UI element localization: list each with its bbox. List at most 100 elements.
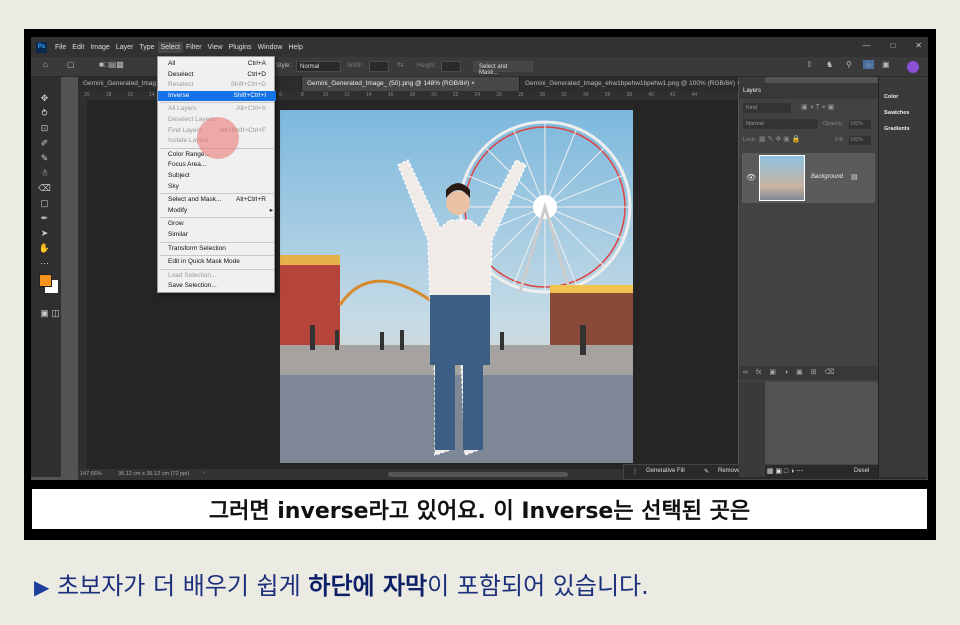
ruler-tick-label: 28 [518, 92, 524, 98]
menu-window[interactable]: Window [255, 42, 286, 53]
filter-icons[interactable]: ▣ ◑ T ⌖ ▣ [801, 103, 834, 112]
layer-row[interactable]: 👁 Background ▤ [742, 153, 875, 203]
context-tool-icons[interactable]: ✎ ▦ ▣ □ ◑ ⋯ [759, 467, 803, 475]
foreground-color-swatch[interactable] [39, 274, 52, 287]
home-icon[interactable]: ⌂ [43, 60, 48, 69]
maximize-icon[interactable]: □ [890, 41, 895, 50]
move-tool-icon[interactable]: ✥ [38, 92, 51, 105]
document-tab[interactable]: Gemini_Generated_Image_ (50).png @ 148% … [302, 77, 520, 91]
deselect-button[interactable]: Desel [854, 468, 869, 474]
gradients-panel-tab[interactable]: Gradients [884, 126, 910, 132]
select-menu-item-load-selection[interactable]: Load Selection... [158, 271, 276, 281]
select-menu-item-save-selection[interactable]: Save Selection... [158, 281, 276, 291]
fx-icon[interactable]: fx [756, 369, 761, 376]
select-menu-item-select-and-mask[interactable]: Select and Mask... Alt+Ctrl+R [158, 195, 276, 205]
workspace-icon[interactable]: ▣ [882, 60, 890, 69]
grip-icon[interactable]: ⋮ [632, 468, 638, 475]
color-panel-tab[interactable]: Color [884, 94, 898, 100]
mask-icon[interactable]: ▣ [769, 369, 776, 376]
crop-tool-icon[interactable]: ⊡ [38, 122, 51, 135]
blend-mode-select[interactable]: Normal [743, 119, 818, 129]
remove-icon[interactable]: ✎ [704, 468, 709, 475]
generative-fill-button[interactable]: Generative Fill [646, 468, 685, 474]
document-tab[interactable]: Gemini_Generated_Image_ehw1bpehw1bpehw1.… [520, 77, 741, 91]
pen-tool-icon[interactable]: ✒ [38, 212, 51, 225]
menu-plugins[interactable]: Plugins [226, 42, 255, 53]
stamp-tool-icon[interactable]: ☃ [38, 167, 51, 180]
selection-mode-icons[interactable]: ■□▤▩ [99, 60, 124, 69]
eraser-tool-icon[interactable]: ⌫ [38, 182, 51, 195]
zoom-level[interactable]: 147.66% [80, 471, 102, 477]
select-menu-item-reselect[interactable]: Reselect Shift+Ctrl+D [158, 80, 276, 90]
height-field[interactable] [441, 61, 461, 72]
gradient-tool-icon[interactable]: ▢ [38, 197, 51, 210]
lasso-tool-icon[interactable]: ⥁ [38, 107, 51, 120]
swap-icon[interactable]: ⇆ [397, 60, 404, 69]
new-layer-icon[interactable]: ⊞ [811, 369, 817, 376]
marquee-preset-icon[interactable]: ▢ [67, 60, 75, 69]
path-select-tool-icon[interactable]: ➤ [38, 227, 51, 240]
fill-field[interactable]: 100% [849, 136, 871, 145]
more-tools-icon[interactable]: ⋯ [38, 257, 51, 270]
link-icon[interactable]: ∞ [743, 369, 748, 376]
width-label: Width: [347, 63, 365, 69]
ruler-tick-label: 24 [474, 92, 481, 98]
opacity-label: Opacity: [823, 121, 844, 127]
select-menu-item-inverse[interactable]: Inverse Shift+Ctrl+I [158, 90, 276, 101]
layer-name[interactable]: Background [811, 174, 843, 180]
select-menu-item-grow[interactable]: Grow [158, 219, 276, 229]
menu-image[interactable]: Image [87, 42, 112, 53]
select-and-mask-button[interactable]: Select and Mask... [473, 61, 533, 76]
kind-filter[interactable]: Kind [743, 103, 791, 113]
ruler-tick-label: 32 [561, 92, 567, 98]
close-icon[interactable]: ✕ [915, 41, 922, 50]
ruler-tick-label: 16 [387, 92, 394, 98]
select-menu-item-sky[interactable]: Sky [158, 182, 276, 192]
remove-button[interactable]: Remove [718, 468, 740, 474]
menu-layer[interactable]: Layer [113, 42, 137, 53]
search-icon[interactable]: ⚲ [846, 60, 852, 69]
brush-tool-icon[interactable]: ✎ [38, 152, 51, 165]
photoshop-window: Ps File Edit Image Layer Type Select Filter Vie… [31, 37, 928, 480]
photo-canvas[interactable] [280, 110, 633, 463]
status-arrow-icon[interactable]: › [203, 470, 205, 476]
select-menu-item-deselect[interactable]: Deselect Ctrl+D [158, 70, 276, 80]
screen-mode-icon[interactable]: ◫ [49, 307, 62, 320]
swatches-panel-tab[interactable]: Swatches [884, 110, 909, 116]
avatar[interactable] [907, 61, 919, 73]
menu-select[interactable]: Select [157, 41, 183, 53]
ruler-tick-label: 20 [84, 92, 90, 98]
adjustment-icon[interactable]: ◑ [784, 369, 788, 376]
menu-type[interactable]: Type [136, 42, 157, 53]
menu-help[interactable]: Help [285, 42, 305, 53]
select-menu-item-modify[interactable]: Modify ▸ [158, 206, 276, 216]
banner-suffix: 이 포함되어 있습니다. [427, 572, 649, 600]
select-menu-item-all[interactable]: All Ctrl+A [158, 59, 276, 69]
eyedropper-tool-icon[interactable]: ✐ [38, 137, 51, 150]
layers-title[interactable]: Layers [743, 88, 761, 94]
lock-icons[interactable]: ▦ ✎ ✥ ▣ 🔒 [759, 135, 800, 143]
horizontal-scrollbar[interactable] [388, 472, 568, 477]
ruler-tick-label: 22 [452, 92, 459, 98]
bell-icon[interactable]: ♞ [826, 60, 833, 69]
select-menu-item-transform-selection[interactable]: Transform Selection [158, 244, 276, 254]
menu-edit[interactable]: Edit [69, 42, 87, 53]
select-menu-item-edit-in-quick-mask-mode[interactable]: Edit in Quick Mask Mode [158, 257, 276, 267]
select-menu-item-all-layers[interactable]: All Layers Alt+Ctrl+A [158, 104, 276, 114]
hand-tool-icon[interactable]: ✋ [38, 242, 51, 255]
select-menu-item-similar[interactable]: Similar [158, 230, 276, 240]
style-select[interactable]: Normal [296, 61, 341, 72]
lightbulb-icon[interactable]: ☼ [863, 60, 875, 69]
trash-icon[interactable]: ⌫ [825, 369, 835, 376]
minimize-icon[interactable]: — [862, 41, 870, 50]
select-menu-item-focus-area[interactable]: Focus Area... [158, 160, 276, 170]
menu-filter[interactable]: Filter [183, 42, 205, 53]
menu-view[interactable]: View [205, 42, 226, 53]
width-field[interactable] [369, 61, 389, 72]
select-menu-item-subject[interactable]: Subject [158, 171, 276, 181]
menu-file[interactable]: File [52, 42, 69, 53]
folder-icon[interactable]: ▣ [796, 369, 803, 376]
opacity-field[interactable]: 100% [849, 120, 871, 129]
visibility-eye-icon[interactable]: 👁 [746, 173, 756, 182]
share-icon[interactable]: ⇧ [806, 60, 813, 69]
